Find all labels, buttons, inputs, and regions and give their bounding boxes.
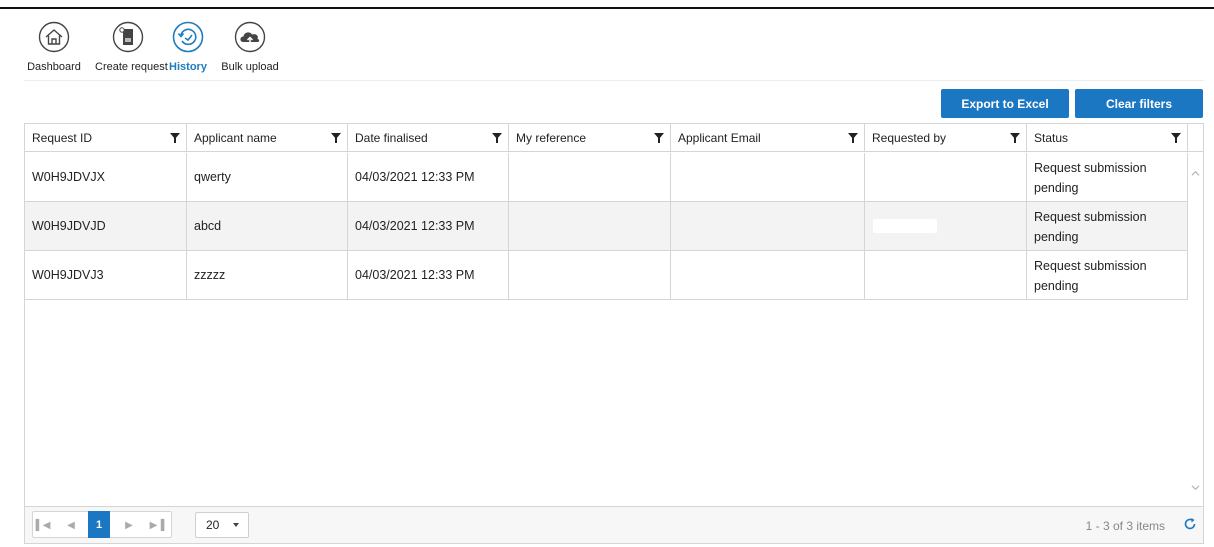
cell-applicant-email <box>671 202 865 250</box>
table-row[interactable]: W0H9JDVJ3 zzzzz 04/03/2021 12:33 PM Requ… <box>25 251 1188 300</box>
column-header-status[interactable]: Status <box>1027 124 1188 152</box>
pager-info: 1 - 3 of 3 items <box>1085 519 1165 533</box>
scroll-down-icon[interactable] <box>1191 483 1200 492</box>
page-size-select[interactable]: 20 <box>195 512 249 538</box>
table-row[interactable]: W0H9JDVJX qwerty 04/03/2021 12:33 PM Req… <box>25 153 1188 202</box>
column-header-requested-by[interactable]: Requested by <box>865 124 1027 152</box>
document-icon <box>112 21 144 53</box>
column-header-applicant-name[interactable]: Applicant name <box>187 124 348 152</box>
next-page-icon[interactable]: ▶ <box>118 513 140 537</box>
nav-item-history[interactable]: History <box>155 21 221 73</box>
top-border <box>0 7 1214 9</box>
nav-label-dashboard: Dashboard <box>27 61 81 73</box>
nav-item-dashboard[interactable]: Dashboard <box>21 21 87 73</box>
column-header-label: Request ID <box>32 131 93 145</box>
cell-date-finalised: 04/03/2021 12:33 PM <box>348 251 509 299</box>
redacted-value <box>873 219 937 233</box>
filter-icon[interactable] <box>170 133 180 143</box>
export-to-excel-button[interactable]: Export to Excel <box>941 89 1069 118</box>
filter-icon[interactable] <box>848 133 858 143</box>
column-header-date-finalised[interactable]: Date finalised <box>348 124 509 152</box>
column-header-applicant-email[interactable]: Applicant Email <box>671 124 865 152</box>
scroll-up-icon[interactable] <box>1191 169 1200 178</box>
cell-requested-by <box>865 251 1027 299</box>
cell-applicant-name: qwerty <box>187 153 348 201</box>
filter-icon[interactable] <box>1171 133 1181 143</box>
nav-label-create-request: Create request <box>95 61 168 73</box>
home-icon <box>38 21 70 53</box>
grid-pager: ▌◀ ◀ 1 ▶ ▶▐ 20 1 - 3 of 3 items <box>25 506 1203 543</box>
column-header-label: Status <box>1034 131 1069 145</box>
column-header-request-id[interactable]: Request ID <box>25 124 187 152</box>
column-header-my-reference[interactable]: My reference <box>509 124 671 152</box>
column-header-label: My reference <box>516 131 587 145</box>
cell-my-reference <box>509 202 671 250</box>
current-page-button[interactable]: 1 <box>88 511 110 538</box>
cloud-upload-icon <box>234 21 266 53</box>
page-size-value: 20 <box>206 518 220 532</box>
cell-applicant-name: zzzzz <box>187 251 348 299</box>
cell-request-id: W0H9JDVJ3 <box>25 251 187 299</box>
last-page-icon[interactable]: ▶▐ <box>146 513 168 537</box>
column-header-label: Applicant Email <box>678 131 761 145</box>
clear-filters-button[interactable]: Clear filters <box>1075 89 1203 118</box>
nav-divider <box>24 80 1204 81</box>
cell-status: Request submission pending <box>1027 153 1188 201</box>
history-grid: Request ID Applicant name Date finalised… <box>24 123 1204 544</box>
filter-icon[interactable] <box>331 133 341 143</box>
cell-status: Request submission pending <box>1027 202 1188 250</box>
chevron-down-icon <box>233 523 239 527</box>
column-header-label: Applicant name <box>194 131 277 145</box>
refresh-icon[interactable] <box>1183 517 1197 531</box>
vertical-scrollbar[interactable] <box>1188 153 1203 506</box>
filter-icon[interactable] <box>1010 133 1020 143</box>
table-row[interactable]: W0H9JDVJD abcd 04/03/2021 12:33 PM Reque… <box>25 202 1188 251</box>
grid-header: Request ID Applicant name Date finalised… <box>25 124 1203 152</box>
cell-date-finalised: 04/03/2021 12:33 PM <box>348 153 509 201</box>
column-header-label: Requested by <box>872 131 947 145</box>
cell-applicant-name: abcd <box>187 202 348 250</box>
cell-request-id: W0H9JDVJD <box>25 202 187 250</box>
filter-icon[interactable] <box>492 133 502 143</box>
cell-request-id: W0H9JDVJX <box>25 153 187 201</box>
cell-applicant-email <box>671 153 865 201</box>
nav-item-bulk-upload[interactable]: Bulk upload <box>217 21 283 73</box>
nav-item-create-request[interactable]: Create request <box>95 21 168 73</box>
filter-icon[interactable] <box>654 133 664 143</box>
column-header-label: Date finalised <box>355 131 428 145</box>
first-page-icon[interactable]: ▌◀ <box>32 513 54 537</box>
cell-my-reference <box>509 153 671 201</box>
cell-status: Request submission pending <box>1027 251 1188 299</box>
cell-my-reference <box>509 251 671 299</box>
nav-label-history: History <box>169 61 207 73</box>
nav-label-bulk-upload: Bulk upload <box>221 61 279 73</box>
cell-date-finalised: 04/03/2021 12:33 PM <box>348 202 509 250</box>
cell-applicant-email <box>671 251 865 299</box>
cell-requested-by <box>865 153 1027 201</box>
previous-page-icon[interactable]: ◀ <box>60 513 82 537</box>
history-icon <box>172 21 204 53</box>
